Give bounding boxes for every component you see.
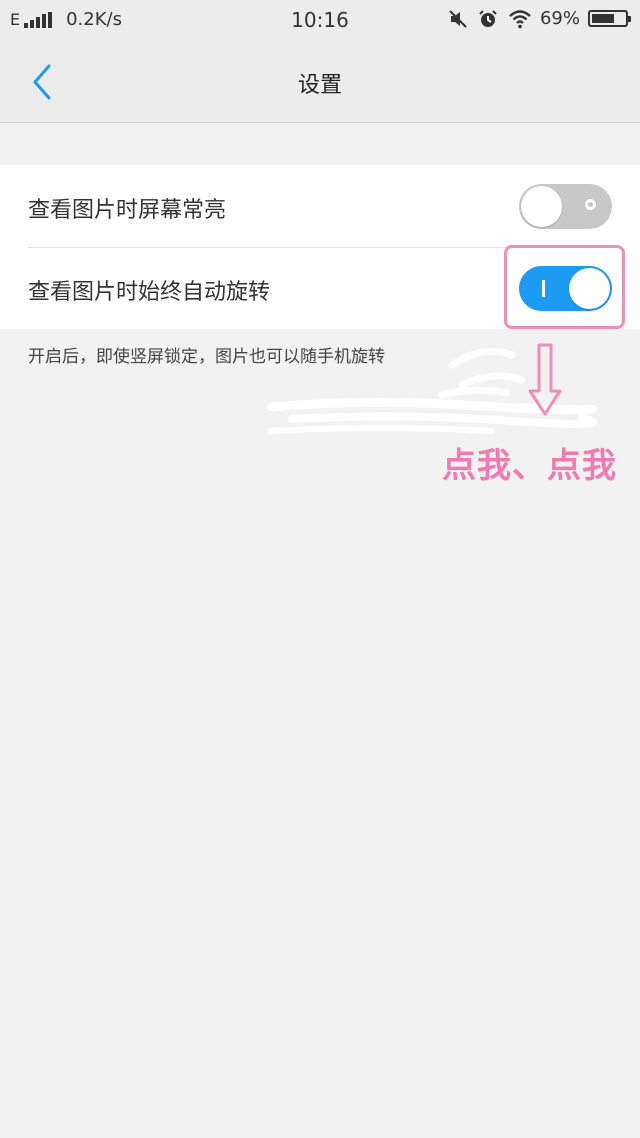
toggle-off-mark: [585, 199, 596, 210]
annotation-highlight-box: [504, 245, 625, 329]
toggle-knob: [521, 186, 562, 227]
title-bar: 设置: [0, 42, 640, 123]
wifi-icon: [508, 9, 532, 29]
setting-screen-always-on[interactable]: 查看图片时屏幕常亮: [0, 165, 640, 247]
screen-always-on-toggle[interactable]: [519, 184, 612, 229]
arrow-down-icon: [528, 343, 562, 416]
annotation-text: 点我、点我: [442, 446, 617, 486]
setting-label: 查看图片时始终自动旋转: [28, 280, 271, 305]
status-bar: E 0.2K/s 10:16 69%: [0, 0, 640, 42]
setting-label: 查看图片时屏幕常亮: [28, 198, 227, 223]
status-right: 69%: [438, 8, 631, 29]
mute-icon: [448, 9, 468, 29]
battery-icon: [588, 10, 631, 27]
battery-fill: [592, 14, 614, 23]
battery-percent: 69%: [539, 8, 580, 29]
page-title: 设置: [297, 73, 342, 98]
alarm-icon: [478, 9, 498, 29]
